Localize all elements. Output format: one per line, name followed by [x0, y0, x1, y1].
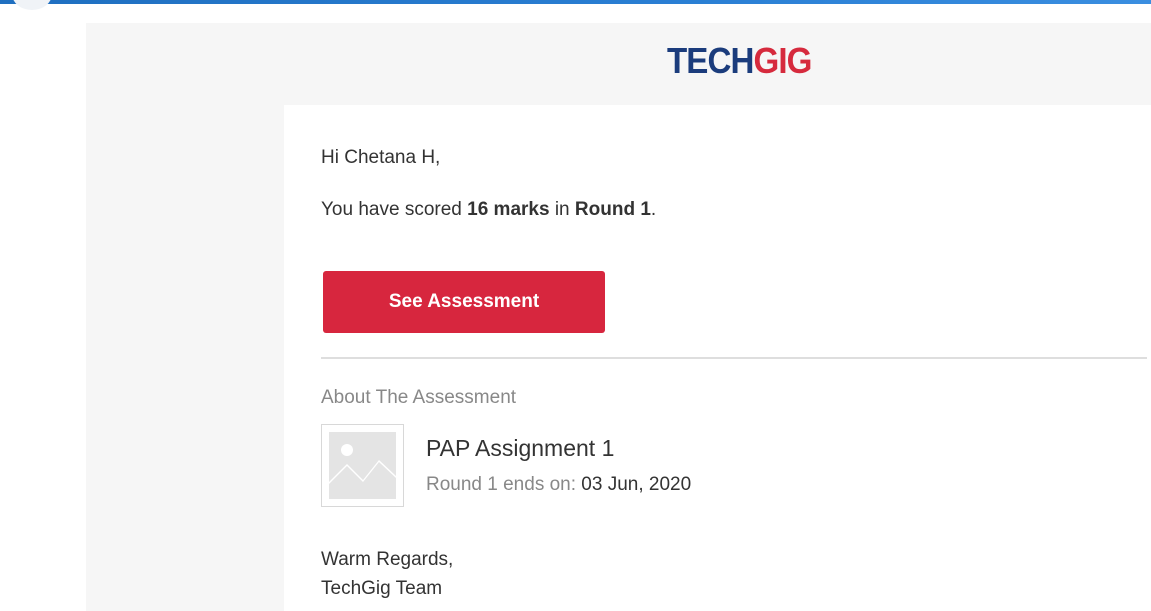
score-prefix: You have scored [321, 199, 468, 220]
score-text: You have scored 16 marks in Round 1. [321, 199, 656, 221]
score-marks: 16 marks [467, 199, 550, 220]
divider [321, 357, 1147, 359]
see-assessment-button[interactable]: See Assessment [323, 271, 605, 333]
about-assessment-heading: About The Assessment [321, 387, 517, 408]
logo-tech-text: TECH [667, 40, 754, 81]
corner-avatar [12, 0, 52, 10]
team-name: TechGig Team [321, 578, 443, 599]
score-middle: in [549, 199, 575, 220]
email-card: Hi Chetana H, You have scored 16 marks i… [284, 105, 1151, 611]
round-ends-label: Round 1 ends on: [426, 474, 582, 495]
email-container: TECHGIG Hi Chetana H, You have scored 16… [86, 23, 1151, 611]
sign-off-line: Warm Regards, [321, 549, 454, 570]
sign-off: Warm Regards, TechGig Team [321, 545, 453, 603]
score-suffix: . [650, 199, 657, 220]
techgig-logo[interactable]: TECHGIG [667, 40, 812, 81]
assessment-name[interactable]: PAP Assignment 1 [426, 435, 614, 462]
logo-gig-text: GIG [753, 40, 812, 81]
round-end-info: Round 1 ends on: 03 Jun, 2020 [426, 474, 691, 496]
score-round: Round 1 [574, 199, 651, 220]
image-placeholder-icon [329, 432, 396, 499]
greeting-text: Hi Chetana H, [321, 147, 441, 168]
top-accent-bar [0, 0, 1151, 4]
round-ends-date: 03 Jun, 2020 [581, 474, 692, 495]
assessment-thumbnail[interactable] [321, 424, 404, 507]
